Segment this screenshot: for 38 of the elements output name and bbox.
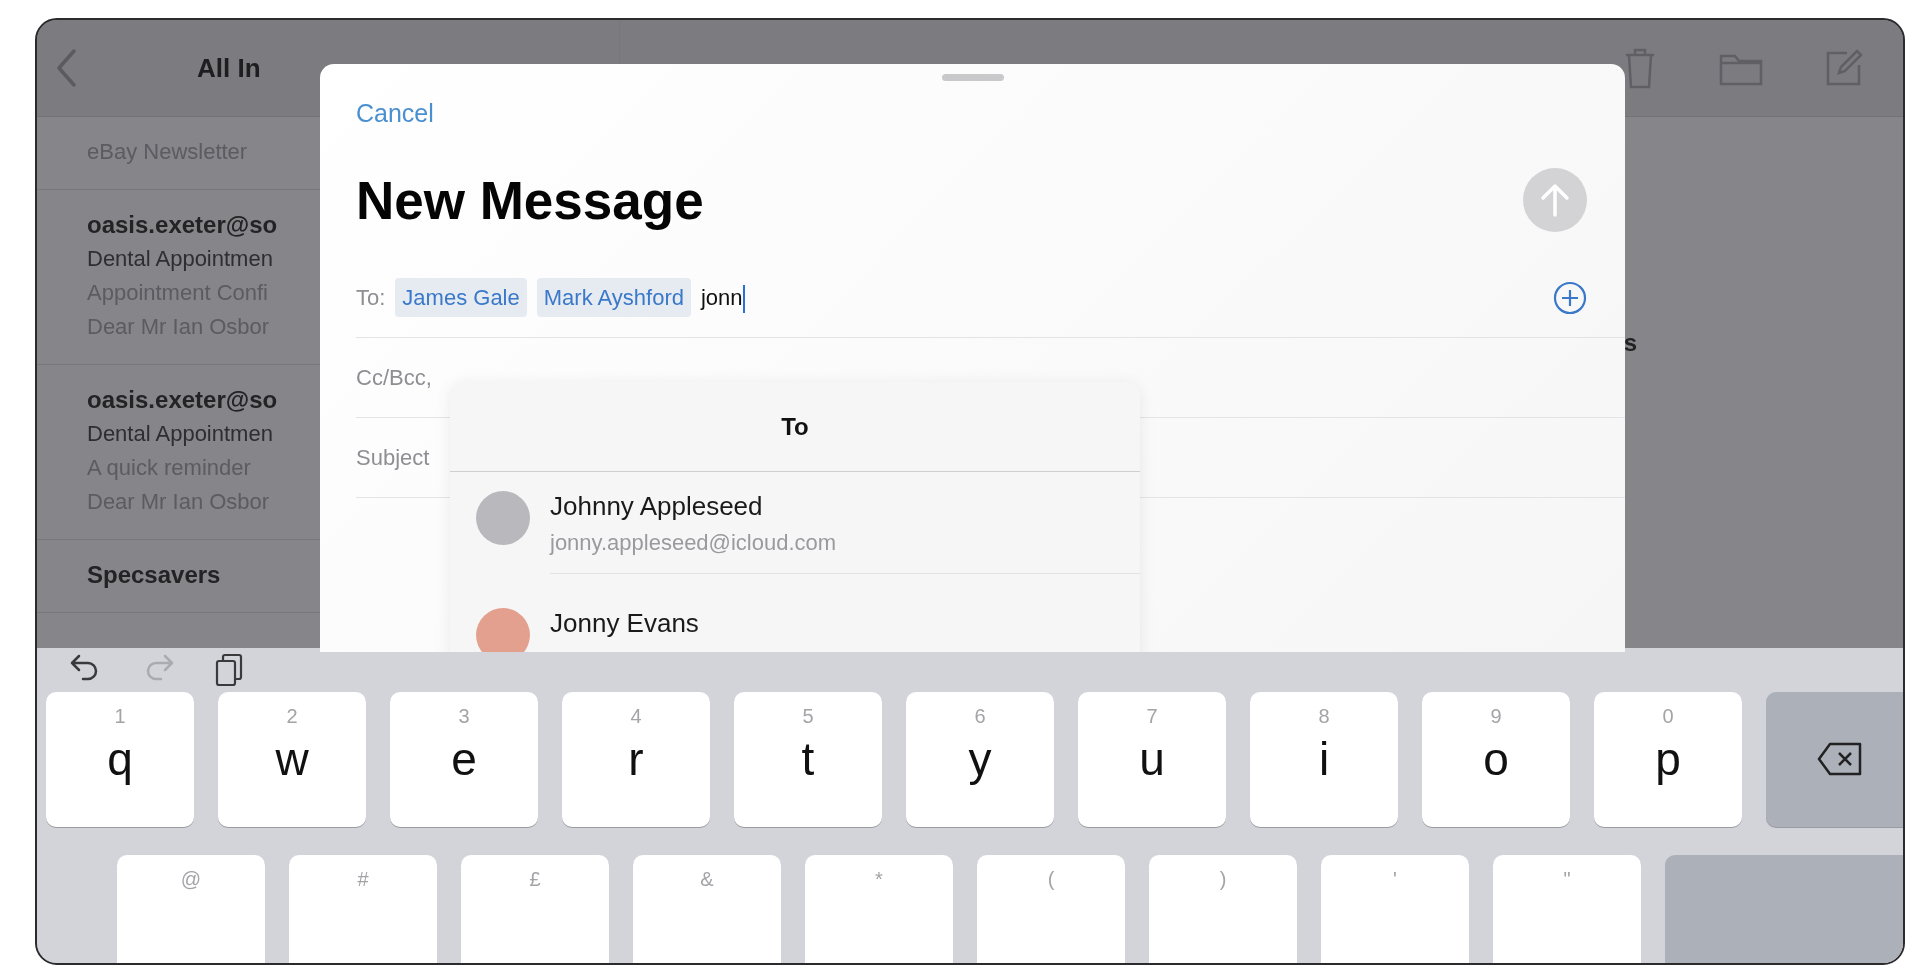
contact-email: jonny.appleseed@icloud.com	[550, 529, 838, 557]
contact-name: Johnny Appleseed	[550, 490, 764, 523]
contact-name: Jonny Evans	[550, 607, 700, 640]
keyboard-key[interactable]: 5 t	[734, 692, 882, 827]
keyboard-key[interactable]: 6 y	[906, 692, 1054, 827]
keyboard-key[interactable]: 3 e	[390, 692, 538, 827]
keyboard-key[interactable]: 8 i	[1250, 692, 1398, 827]
to-input-field[interactable]: jonn	[700, 281, 745, 314]
list-title: All In	[197, 51, 261, 85]
trash-icon[interactable]	[1623, 46, 1657, 90]
message-subject: Dental Appointmen	[87, 420, 273, 448]
message-sender: oasis.exeter@so	[87, 210, 278, 240]
recipient-token[interactable]: Mark Ayshford	[536, 278, 691, 317]
delete-icon	[1816, 741, 1864, 777]
message-sender: oasis.exeter@so	[87, 385, 278, 415]
contact-suggestion[interactable]: Johnny Appleseed jonny.appleseed@icloud.com	[450, 472, 1140, 589]
keyboard-key[interactable]: 1 q	[46, 692, 194, 827]
subject-label: Subject	[356, 444, 430, 472]
return-key[interactable]	[1665, 855, 1903, 963]
arrow-up-icon	[1540, 183, 1570, 218]
recipient-token[interactable]: James Gale	[395, 278, 527, 317]
keyboard-key[interactable]: 2 w	[218, 692, 366, 827]
keyboard-key[interactable]: 7 u	[1078, 692, 1226, 827]
message-subject: Dental Appointmen	[87, 245, 273, 273]
back-chevron-icon[interactable]	[55, 48, 77, 88]
to-label: To:	[356, 284, 386, 312]
compose-icon[interactable]	[1825, 49, 1863, 87]
cc-bcc-label: Cc/Bcc,	[356, 364, 432, 392]
popover-title: To	[781, 411, 809, 442]
keyboard-key[interactable]: 9 o	[1422, 692, 1570, 827]
compose-title: New Message	[356, 169, 704, 232]
keyboard-key[interactable]: 0 p	[1594, 692, 1742, 827]
sheet-grabber[interactable]	[941, 74, 1004, 81]
detail-text-fragment: s	[1623, 327, 1637, 358]
add-contact-icon[interactable]	[1553, 280, 1587, 315]
keyboard-key[interactable]: 4 r	[562, 692, 710, 827]
delete-key[interactable]	[1766, 692, 1903, 827]
message-sender: Specsavers	[87, 560, 221, 590]
